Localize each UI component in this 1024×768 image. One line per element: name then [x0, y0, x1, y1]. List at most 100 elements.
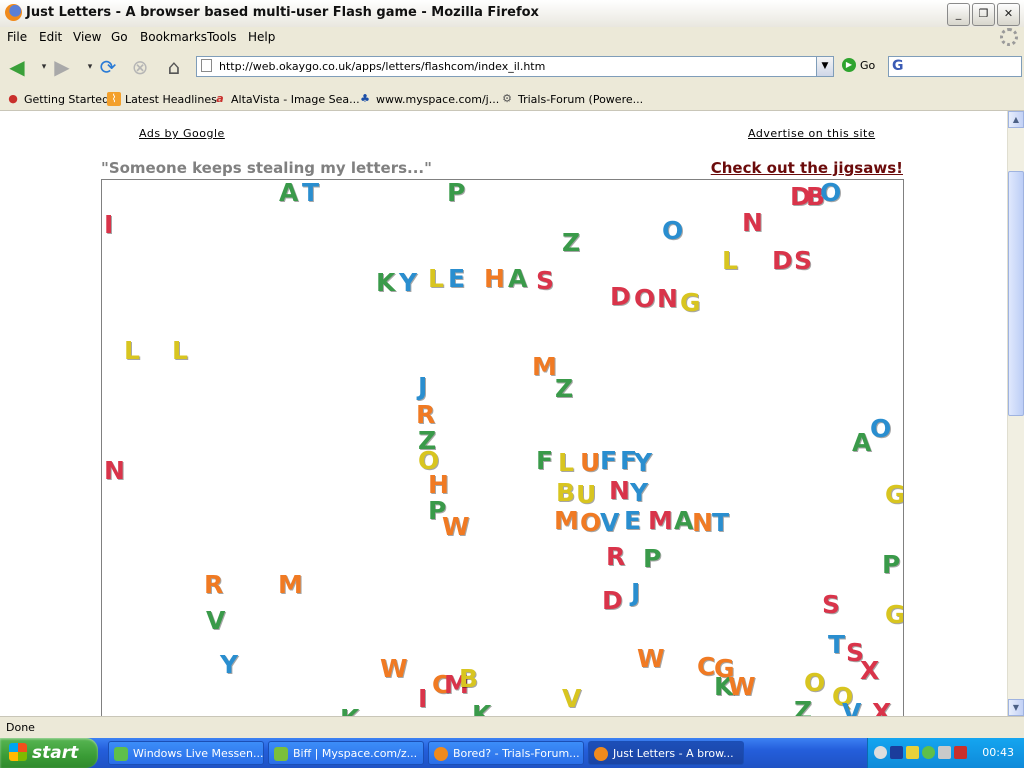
letter-magnet[interactable]: B: [459, 666, 478, 691]
start-button[interactable]: start: [0, 738, 98, 768]
letter-magnet[interactable]: O: [634, 286, 655, 311]
menu-view[interactable]: View: [73, 30, 101, 44]
letter-magnet[interactable]: B: [556, 480, 575, 505]
tray-network-icon[interactable]: [890, 746, 903, 759]
tray-security-shield-icon[interactable]: [954, 746, 967, 759]
letter-magnet[interactable]: N: [742, 210, 763, 235]
letter-magnet[interactable]: V: [842, 700, 861, 716]
home-icon[interactable]: ⌂: [162, 55, 186, 79]
letter-magnet[interactable]: X: [872, 700, 891, 716]
letter-magnet[interactable]: I: [104, 212, 113, 237]
advertise-link[interactable]: Advertise on this site: [748, 127, 875, 140]
letter-magnet[interactable]: G: [885, 482, 903, 507]
letter-magnet[interactable]: Z: [562, 230, 580, 255]
letter-magnet[interactable]: N: [692, 510, 713, 535]
stop-icon[interactable]: ⊗: [128, 55, 152, 79]
letter-magnet[interactable]: O: [820, 180, 841, 205]
reload-icon[interactable]: ⟳: [96, 55, 120, 79]
letter-magnet[interactable]: U: [580, 450, 600, 475]
tray-arrow-icon[interactable]: [874, 746, 887, 759]
back-icon[interactable]: ◀: [5, 55, 29, 79]
letter-magnet[interactable]: S: [822, 592, 840, 617]
menu-tools[interactable]: Tools: [207, 30, 237, 44]
letter-magnet[interactable]: D: [772, 248, 793, 273]
letter-magnet[interactable]: O: [804, 670, 825, 695]
letter-magnet[interactable]: E: [624, 508, 641, 533]
letter-magnet[interactable]: M: [554, 508, 579, 533]
task-trials-forum[interactable]: Bored? - Trials-Forum...: [428, 741, 584, 765]
letter-magnet[interactable]: U: [576, 482, 596, 507]
menu-go[interactable]: Go: [111, 30, 128, 44]
letter-magnet[interactable]: A: [279, 180, 298, 205]
letter-magnet[interactable]: O: [580, 510, 601, 535]
letter-magnet[interactable]: S: [794, 248, 812, 273]
letter-magnet[interactable]: S: [536, 268, 554, 293]
letter-magnet[interactable]: G: [680, 290, 701, 315]
task-myspace[interactable]: Biff | Myspace.com/z...: [268, 741, 424, 765]
scroll-up-icon[interactable]: ▲: [1008, 111, 1024, 128]
letter-magnet[interactable]: T: [828, 632, 845, 657]
google-search-icon[interactable]: G: [892, 58, 904, 74]
bookmark-getting-started[interactable]: ● Getting Started: [6, 92, 109, 106]
letter-magnet[interactable]: L: [124, 338, 140, 363]
letter-magnet[interactable]: Y: [634, 450, 652, 475]
letter-magnet[interactable]: J: [418, 374, 427, 399]
letter-magnet[interactable]: A: [674, 508, 693, 533]
letter-magnet[interactable]: K: [376, 270, 395, 295]
scroll-thumb[interactable]: [1008, 171, 1024, 416]
letter-magnet[interactable]: L: [428, 266, 444, 291]
url-bar[interactable]: http://web.okaygo.co.uk/apps/letters/fla…: [196, 56, 834, 77]
menu-bookmarks[interactable]: Bookmarks: [140, 30, 207, 44]
letter-magnet[interactable]: R: [606, 544, 625, 569]
bookmark-altavista[interactable]: a AltaVista - Image Sea...: [213, 92, 359, 106]
letter-magnet[interactable]: F: [600, 448, 617, 473]
letter-magnet[interactable]: T: [302, 180, 319, 205]
letter-magnet[interactable]: Z: [555, 376, 573, 401]
letter-magnet[interactable]: E: [448, 266, 465, 291]
letter-magnet[interactable]: W: [442, 514, 470, 539]
letter-magnet[interactable]: H: [428, 472, 449, 497]
scroll-down-icon[interactable]: ▼: [1008, 699, 1024, 716]
tray-app-icon[interactable]: [906, 746, 919, 759]
letter-magnet[interactable]: N: [657, 286, 678, 311]
letter-magnet[interactable]: C: [697, 654, 715, 679]
letter-magnet[interactable]: Y: [220, 652, 238, 677]
letter-magnet[interactable]: H: [484, 266, 505, 291]
task-windows-live-messenger[interactable]: Windows Live Messen...: [108, 741, 264, 765]
letter-magnet[interactable]: W: [728, 674, 756, 699]
menu-edit[interactable]: Edit: [39, 30, 62, 44]
forward-icon[interactable]: ▶: [50, 55, 74, 79]
letter-magnet[interactable]: Y: [399, 270, 417, 295]
bookmark-trials-forum[interactable]: ⚙ Trials-Forum (Powere...: [500, 92, 643, 106]
letter-magnet[interactable]: W: [637, 646, 665, 671]
letter-magnet[interactable]: Z: [794, 698, 812, 716]
bookmark-latest-headlines[interactable]: ⌇ Latest Headlines: [107, 92, 217, 106]
letter-magnet[interactable]: V: [600, 510, 619, 535]
letter-magnet[interactable]: N: [609, 478, 630, 503]
search-input[interactable]: G: [888, 56, 1022, 77]
restore-button[interactable]: ❐: [972, 3, 995, 26]
go-button[interactable]: ▶ Go: [842, 58, 875, 72]
letter-magnet[interactable]: F: [536, 448, 553, 473]
letter-magnet[interactable]: I: [418, 686, 427, 711]
letter-magnet[interactable]: X: [860, 658, 879, 683]
letter-magnet[interactable]: O: [870, 416, 891, 441]
letter-magnet[interactable]: Y: [630, 480, 648, 505]
menu-help[interactable]: Help: [248, 30, 275, 44]
close-button[interactable]: ✕: [997, 3, 1020, 26]
vertical-scrollbar[interactable]: ▲ ▼: [1007, 111, 1024, 716]
menu-file[interactable]: File: [7, 30, 27, 44]
bookmark-myspace[interactable]: ♣ www.myspace.com/j...: [358, 92, 499, 106]
letter-magnet[interactable]: V: [562, 686, 581, 711]
jigsaws-link[interactable]: Check out the jigsaws!: [711, 159, 903, 177]
letter-magnet[interactable]: L: [722, 248, 738, 273]
ads-by-google-link[interactable]: Ads by Google: [139, 127, 225, 140]
letter-magnet[interactable]: A: [508, 266, 527, 291]
letter-magnet[interactable]: M: [278, 572, 303, 597]
letter-magnet[interactable]: V: [206, 608, 225, 633]
letter-magnet[interactable]: D: [602, 588, 623, 613]
letter-magnet[interactable]: M: [532, 354, 557, 379]
letter-magnet[interactable]: M: [648, 508, 673, 533]
url-dropdown-icon[interactable]: ▼: [816, 57, 833, 76]
letter-magnet[interactable]: P: [447, 180, 465, 205]
